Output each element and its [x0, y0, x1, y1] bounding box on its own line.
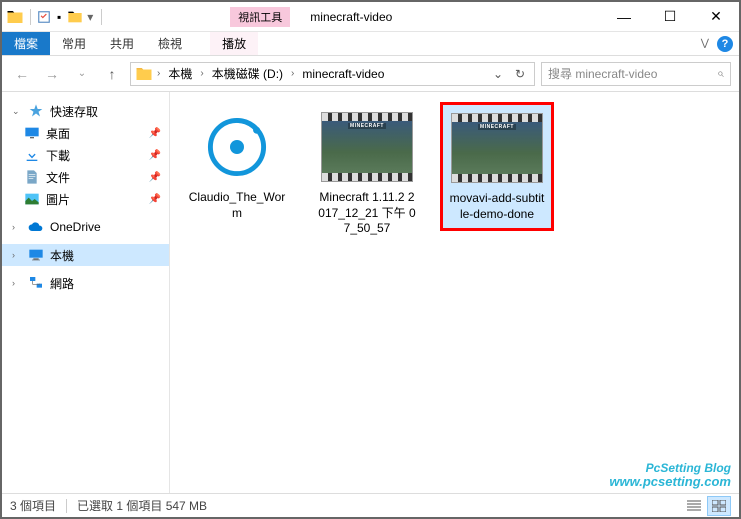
sidebar-network[interactable]: › 網路 — [2, 272, 169, 294]
pin-icon: 📌 — [149, 128, 161, 139]
tab-play[interactable]: 播放 — [210, 32, 258, 55]
tab-home[interactable]: 常用 — [50, 32, 98, 55]
new-folder-icon[interactable] — [67, 9, 83, 25]
document-icon — [24, 169, 40, 185]
sidebar-this-pc[interactable]: › 本機 — [2, 244, 169, 266]
crumb-this-pc[interactable]: 本機 — [164, 63, 196, 84]
crumb-drive[interactable]: 本機磁碟 (D:) — [208, 63, 287, 84]
pin-icon: 📌 — [149, 150, 161, 161]
context-tab-label: 視訊工具 — [230, 7, 290, 27]
search-input[interactable] — [548, 67, 713, 81]
crumb-folder[interactable]: minecraft-video — [298, 65, 388, 83]
up-button[interactable]: ↑ — [100, 62, 124, 86]
file-name: Claudio_The_Worm — [186, 188, 288, 223]
audio-thumbnail — [189, 108, 285, 186]
chevron-right-icon[interactable]: › — [12, 278, 22, 288]
network-icon — [28, 275, 44, 291]
file-item-audio[interactable]: Claudio_The_Worm — [182, 104, 292, 227]
file-name: Minecraft 1.11.2 2017_12_21 下午 07_50_57 — [316, 188, 418, 239]
maximize-button[interactable]: ☐ — [647, 2, 693, 32]
file-list[interactable]: Claudio_The_Worm MINECRAFT Minecraft 1.1… — [170, 92, 739, 493]
icons-view-button[interactable] — [707, 496, 731, 516]
navigation-pane: ⌄ 快速存取 桌面 📌 下載 📌 文件 📌 圖片 — [2, 92, 170, 493]
file-tab[interactable]: 檔案 — [2, 32, 50, 55]
expand-ribbon-icon[interactable]: ⋁ — [701, 38, 709, 49]
sidebar-onedrive[interactable]: › OneDrive — [2, 216, 169, 238]
breadcrumb[interactable]: › 本機 › 本機磁碟 (D:) › minecraft-video ⌄ ↻ — [130, 62, 535, 86]
recent-dropdown[interactable]: ⌄ — [70, 62, 94, 86]
tab-view[interactable]: 檢視 — [146, 32, 194, 55]
chevron-right-icon[interactable]: › — [12, 250, 22, 260]
sidebar-downloads[interactable]: 下載 📌 — [2, 144, 169, 166]
minimize-button[interactable]: — — [601, 2, 647, 32]
computer-icon — [28, 247, 44, 263]
search-icon[interactable]: ⌕ — [717, 66, 724, 81]
forward-button[interactable]: → — [40, 62, 64, 86]
sidebar-pictures[interactable]: 圖片 📌 — [2, 188, 169, 210]
selection-info: 已選取 1 個項目 547 MB — [77, 497, 207, 514]
star-icon — [28, 103, 44, 119]
tab-share[interactable]: 共用 — [98, 32, 146, 55]
ribbon: 檔案 常用 共用 檢視 播放 ⋁ ? — [2, 32, 739, 56]
sidebar-desktop[interactable]: 桌面 📌 — [2, 122, 169, 144]
window-title: minecraft-video — [290, 10, 601, 24]
sidebar-quick-access[interactable]: ⌄ 快速存取 — [2, 100, 169, 122]
title-bar: ▪ ▾ 視訊工具 minecraft-video — ☐ ✕ — [2, 2, 739, 32]
folder-icon — [6, 8, 24, 26]
file-item-video[interactable]: MINECRAFT Minecraft 1.11.2 2017_12_21 下午… — [312, 104, 422, 243]
video-thumbnail: MINECRAFT — [449, 109, 545, 187]
file-name: movavi-add-subtitle-demo-done — [447, 189, 547, 224]
chevron-down-icon[interactable]: ⌄ — [12, 106, 22, 117]
refresh-icon[interactable]: ↻ — [510, 64, 530, 84]
chevron-right-icon[interactable]: › — [291, 68, 294, 79]
file-item-video-selected[interactable]: MINECRAFT movavi-add-subtitle-demo-done — [442, 104, 552, 229]
search-box[interactable]: ⌕ — [541, 62, 731, 86]
details-view-button[interactable] — [682, 496, 706, 516]
pin-icon: 📌 — [149, 172, 161, 183]
address-bar: ← → ⌄ ↑ › 本機 › 本機磁碟 (D:) › minecraft-vid… — [2, 56, 739, 92]
folder-icon — [135, 65, 153, 83]
help-icon[interactable]: ? — [717, 36, 733, 52]
picture-icon — [24, 191, 40, 207]
download-icon — [24, 147, 40, 163]
close-button[interactable]: ✕ — [693, 2, 739, 32]
address-dropdown-icon[interactable]: ⌄ — [488, 64, 508, 84]
video-thumbnail: MINECRAFT — [319, 108, 415, 186]
watermark: PcSetting Blog www.pcsetting.com — [609, 462, 731, 489]
sidebar-documents[interactable]: 文件 📌 — [2, 166, 169, 188]
pin-icon: 📌 — [149, 194, 161, 205]
status-bar: 3 個項目 已選取 1 個項目 547 MB — [2, 493, 739, 517]
desktop-icon — [24, 125, 40, 141]
chevron-right-icon[interactable]: › — [157, 68, 160, 79]
chevron-right-icon[interactable]: › — [200, 68, 203, 79]
quick-access-toolbar: ▪ ▾ — [2, 8, 110, 26]
properties-icon[interactable] — [37, 10, 51, 24]
item-count: 3 個項目 — [10, 497, 56, 514]
back-button[interactable]: ← — [10, 62, 34, 86]
chevron-right-icon[interactable]: › — [12, 222, 22, 232]
cloud-icon — [28, 219, 44, 235]
